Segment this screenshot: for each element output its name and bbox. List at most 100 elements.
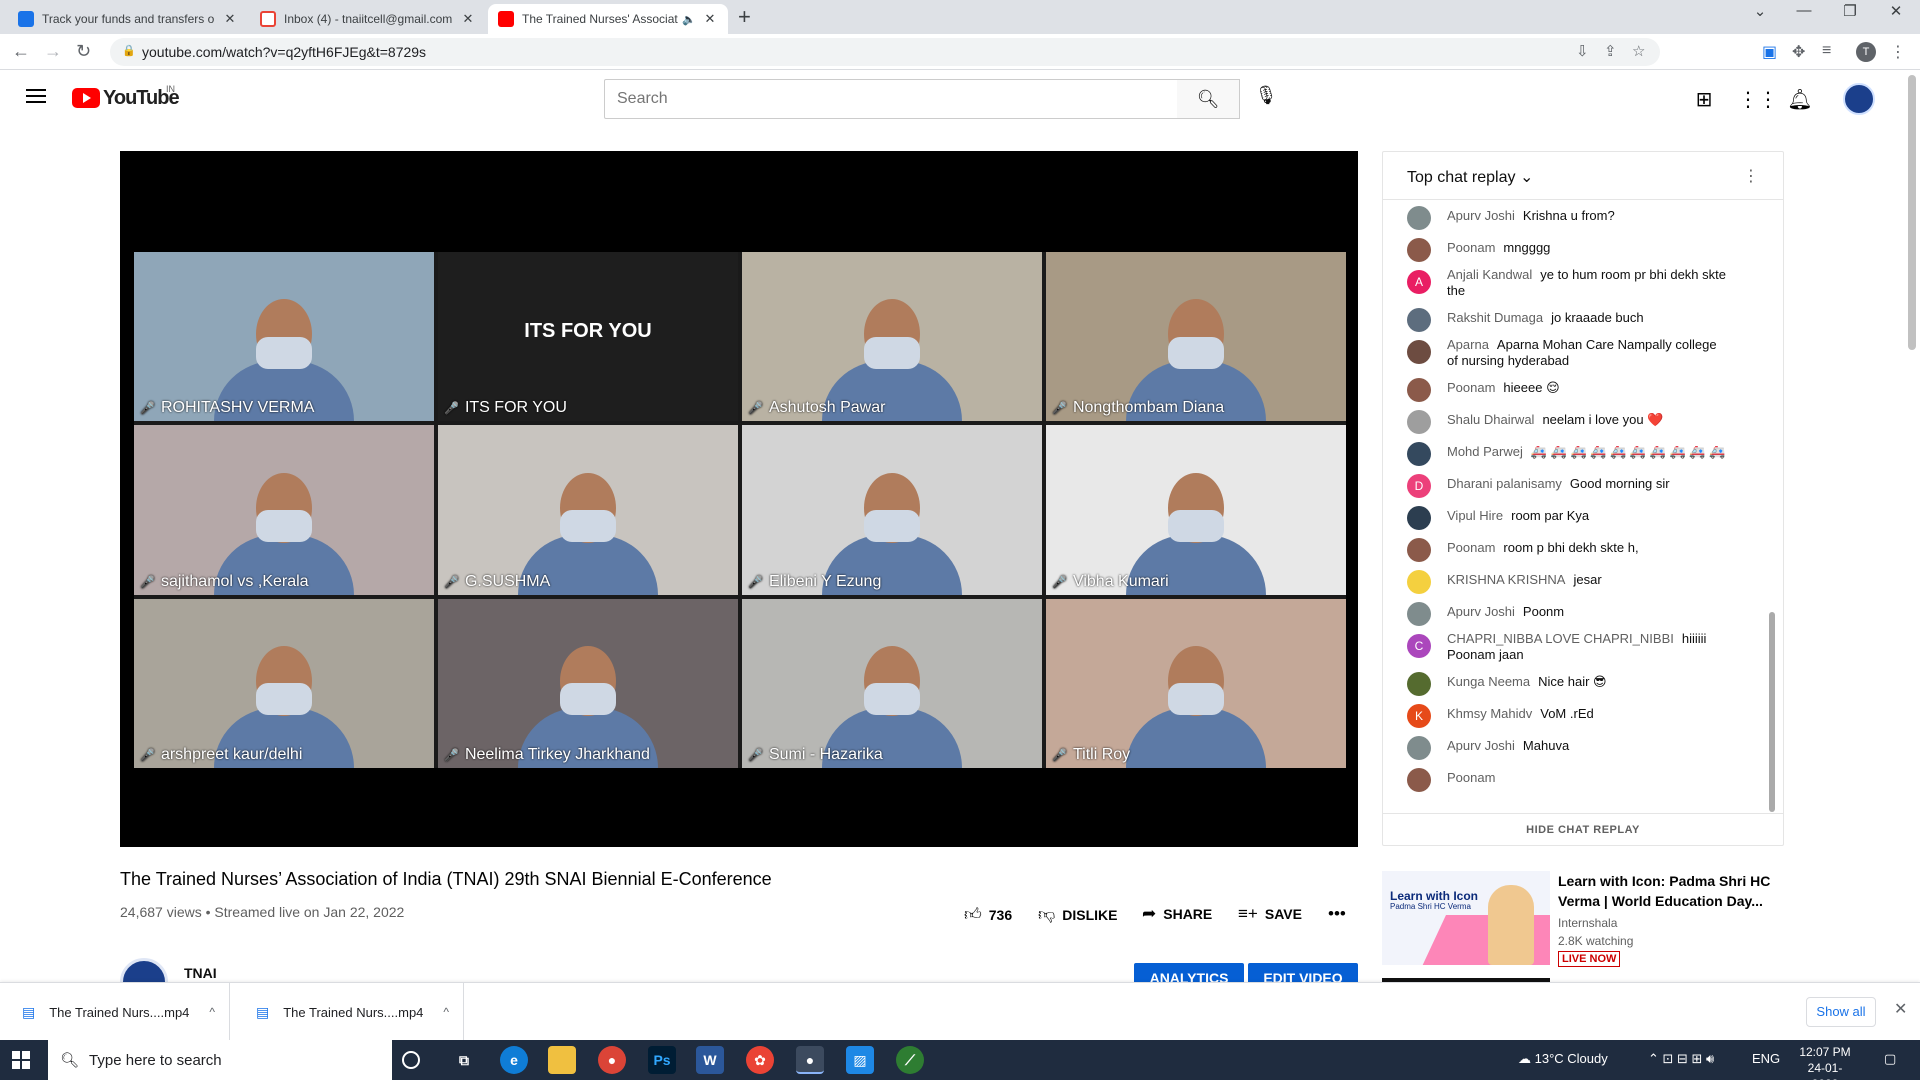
new-tab-button[interactable]: + [738,4,751,30]
chat-author[interactable]: Apurv Joshi [1447,604,1515,619]
create-video-icon[interactable]: ⊞ [1690,87,1718,112]
chat-avatar[interactable] [1407,570,1431,594]
chat-avatar[interactable] [1407,378,1431,402]
lock-icon[interactable]: 🔒 [122,44,136,57]
chat-author[interactable]: CHAPRI_NIBBA LOVE CHAPRI_NIBBI [1447,631,1674,646]
photoshop-icon[interactable]: Ps [648,1046,676,1074]
chat-message[interactable]: Kunga Neema Nice hair 😎 [1383,666,1771,698]
chat-menu-kebab-icon[interactable]: ⋮ [1743,166,1759,186]
like-button[interactable]: 👍︎ 736 [964,904,1012,925]
windows-start-icon[interactable] [12,1051,30,1069]
reload-icon[interactable]: ↻ [76,41,91,62]
edge-icon[interactable]: e [500,1046,528,1074]
chat-message[interactable]: Poonam [1383,762,1771,794]
chat-author[interactable]: Poonam [1447,770,1495,785]
chat-avatar[interactable] [1407,768,1431,792]
forward-arrow-icon[interactable]: → [44,41,62,62]
voice-search-mic-icon[interactable]: 🎙︎ [1252,85,1280,113]
hide-chat-replay-button[interactable]: HIDE CHAT REPLAY [1383,813,1783,845]
profile-avatar[interactable]: T [1856,42,1876,62]
chrome-active-icon[interactable]: ● [796,1046,824,1074]
tab-youtube[interactable]: The Trained Nurses' Associat 🔈 ✕ [488,4,728,34]
chat-author[interactable]: Aparna [1447,337,1489,352]
chat-message[interactable]: Mohd Parwej 🚑 🚑 🚑 🚑 🚑 🚑 🚑 🚑 🚑 🚑 [1383,436,1771,468]
chat-avatar[interactable]: A [1407,270,1431,294]
cortana-icon[interactable] [402,1051,420,1069]
chat-message[interactable]: Vipul Hire room par Kya [1383,500,1771,532]
install-icon[interactable]: ⇩ [1576,42,1589,60]
close-downloads-icon[interactable]: ✕ [1894,999,1907,1019]
language-indicator[interactable]: ENG [1752,1051,1780,1066]
account-avatar[interactable] [1843,83,1875,115]
chat-author[interactable]: Dharani palanisamy [1447,476,1562,491]
recommended-channel[interactable]: Internshala [1558,916,1617,930]
task-view-icon[interactable]: ⧉ [450,1046,478,1074]
chat-message[interactable]: D Dharani palanisamy Good morning sir [1383,468,1771,500]
youtube-logo-icon[interactable] [72,88,100,108]
chat-message[interactable]: A Anjali Kandwal ye to hum room pr bhi dek… [1383,264,1771,302]
menu-kebab-icon[interactable]: ⋮ [1890,42,1906,62]
chat-avatar[interactable] [1407,736,1431,760]
chrome-icon[interactable]: ● [598,1046,626,1074]
chat-message[interactable]: Aparna Aparna Mohan Care Nampally college… [1383,334,1771,372]
save-button[interactable]: ≡+ SAVE [1238,904,1302,924]
chat-message[interactable]: Poonam room p bhi dekh skte h, [1383,532,1771,564]
close-tab-icon[interactable]: ✕ [460,11,476,27]
chat-avatar[interactable] [1407,206,1431,230]
chat-scrollbar[interactable] [1769,612,1775,812]
chat-avatar[interactable] [1407,308,1431,332]
download-item[interactable]: ▤ The Trained Nurs....mp4 ^ [0,983,230,1041]
taskbar-search[interactable]: 🔍︎ Type here to search [48,1040,392,1080]
tab-gmail[interactable]: Inbox (4) - tnaiitcell@gmail.com ✕ [250,4,486,34]
recommended-video[interactable]: Learn with Icon Padma Shri HC Verma Lear… [1382,871,1784,967]
chat-author[interactable]: KRISHNA KRISHNA [1447,572,1565,587]
weather-widget[interactable]: ☁ 13°C Cloudy [1518,1051,1608,1067]
chat-avatar[interactable] [1407,238,1431,262]
chat-avatar[interactable]: K [1407,704,1431,728]
chat-avatar[interactable]: C [1407,634,1431,658]
word-icon[interactable]: W [696,1046,724,1074]
search-button[interactable]: 🔍︎ [1177,79,1240,119]
photos-icon[interactable]: ▨ [846,1046,874,1074]
chat-author[interactable]: Mohd Parwej [1447,444,1523,459]
chat-author[interactable]: Poonam [1447,380,1495,395]
search-input[interactable] [605,80,1177,118]
chat-avatar[interactable] [1407,442,1431,466]
picasa-icon[interactable]: ✿ [746,1046,774,1074]
url-text[interactable]: youtube.com/watch?v=q2yftH6FJEg&t=8729s [142,44,426,60]
chat-message[interactable]: Apurv Joshi Poonm [1383,596,1771,628]
chat-message[interactable]: Rakshit Dumaga jo kraaade buch [1383,302,1771,334]
chat-avatar[interactable] [1407,410,1431,434]
chat-avatar[interactable] [1407,538,1431,562]
chat-author[interactable]: Khmsy Mahidv [1447,706,1532,721]
chat-author[interactable]: Vipul Hire [1447,508,1503,523]
chat-author[interactable]: Poonam [1447,240,1495,255]
chat-avatar[interactable] [1407,672,1431,696]
chat-author[interactable]: Apurv Joshi [1447,738,1515,753]
chevron-up-icon[interactable]: ^ [209,1005,215,1019]
chat-message[interactable]: Shalu Dhairwal neelam i love you ❤️ [1383,404,1771,436]
chat-mode-dropdown[interactable]: Top chat replay ⌄ [1407,167,1533,187]
share-button[interactable]: ➦ SHARE [1142,904,1212,924]
bookmark-star-icon[interactable]: ☆ [1632,42,1645,60]
extensions-puzzle-icon[interactable]: ✥ [1792,42,1805,62]
channel-name[interactable]: TNAI [184,965,217,981]
chat-avatar[interactable] [1407,602,1431,626]
search-box[interactable] [604,79,1178,119]
chevron-up-icon[interactable]: ^ [443,1005,449,1019]
chat-message[interactable]: Poonam hieeee 😌 [1383,372,1771,404]
tab-funds[interactable]: Track your funds and transfers o ✕ [8,4,248,34]
dislike-button[interactable]: 👎︎ DISLIKE [1038,904,1118,925]
page-scrollbar[interactable] [1908,75,1916,350]
hamburger-menu-icon[interactable] [26,89,46,103]
chat-author[interactable]: Anjali Kandwal [1447,267,1532,282]
green-app-icon[interactable]: ⟋ [896,1046,924,1074]
chat-author[interactable]: Rakshit Dumaga [1447,310,1543,325]
close-tab-icon[interactable]: ✕ [222,11,238,27]
recommended-title[interactable]: Learn with Icon: Padma Shri HC Verma | W… [1558,871,1784,911]
chat-message[interactable]: Apurv Joshi Krishna u from? [1383,200,1771,232]
system-clock[interactable]: 12:07 PM 24-01-2022 [1795,1044,1855,1092]
chat-message[interactable]: C CHAPRI_NIBBA LOVE CHAPRI_NIBBI hiiiiii P… [1383,628,1771,666]
maximize-button[interactable]: ❐ [1830,2,1870,20]
reading-list-icon[interactable]: ≡ [1822,42,1831,60]
